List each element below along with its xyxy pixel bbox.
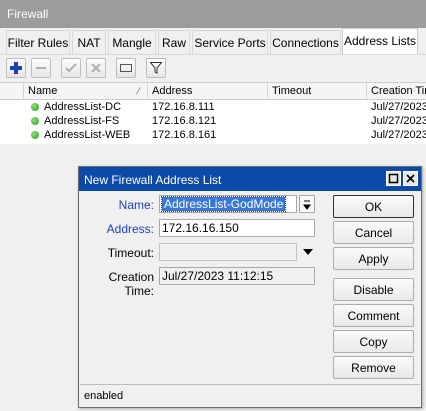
row-timeout [268,100,367,114]
address-list-table: Name Address Timeout Creation Time ⁄ Add… [0,82,426,144]
remove-button[interactable]: Remove [333,356,414,379]
header-spacer [0,83,24,100]
comment-button[interactable]: Comment [333,304,414,327]
table-row[interactable]: AddressList-WEB 172.16.8.161 Jul/27/2023 [0,128,426,142]
close-button[interactable] [403,171,418,186]
name-label: Name: [118,198,154,212]
disable-icon [91,63,101,73]
tab-bar: Filter Rules NAT Mangle Raw Service Port… [0,28,426,55]
enabled-status-icon [31,117,39,125]
ok-button[interactable]: OK [333,195,414,218]
row-timeout [268,114,367,128]
filter-button[interactable] [146,58,166,78]
name-field[interactable]: AddressList-GodMode [159,195,297,213]
column-timeout[interactable]: Timeout [268,83,367,100]
name-dropdown-button[interactable] [299,195,315,213]
enable-icon [65,63,77,73]
new-address-list-dialog: New Firewall Address List Name: AddressL… [78,166,422,408]
apply-button[interactable]: Apply [333,247,414,270]
dropdown-arrow-icon [303,200,311,210]
tab-mangle[interactable]: Mangle [108,30,156,54]
tab-raw[interactable]: Raw [158,30,190,54]
dialog-title: New Firewall Address List [79,167,421,191]
creation-time-field: Jul/27/2023 11:12:15 [159,267,315,285]
remove-icon [36,67,46,69]
row-creation-time: Jul/27/2023 [371,101,426,113]
enabled-status-icon [31,103,39,111]
row-address: 172.16.8.161 [152,129,217,141]
tab-nat[interactable]: NAT [72,30,106,54]
disable-button[interactable] [86,58,106,78]
table-row[interactable]: AddressList-FS 172.16.8.121 Jul/27/2023 [0,114,426,128]
name-field-value: AddressList-GodMode [160,196,287,212]
tab-service-ports[interactable]: Service Ports [192,30,268,54]
copy-button[interactable]: Copy [333,330,414,353]
status-bar: enabled [80,384,420,406]
row-timeout [268,128,367,142]
table-row[interactable]: AddressList-DC 172.16.8.111 Jul/27/2023 [0,100,426,114]
row-name: AddressList-FS [44,115,120,127]
cancel-button[interactable]: Cancel [333,221,414,244]
comment-icon [120,64,132,72]
timeout-label: Timeout: [107,246,154,260]
column-name[interactable]: Name [24,83,148,100]
sort-indicator-icon: ⁄ [138,86,140,96]
tab-connections[interactable]: Connections [270,30,341,54]
enable-button[interactable] [61,58,81,78]
column-creation-time[interactable]: Creation Time [367,83,426,100]
row-name: AddressList-WEB [44,129,131,141]
creation-time-label: Creation Time: [108,270,154,298]
toolbar [0,54,426,82]
close-icon [406,174,415,183]
enabled-status-icon [31,131,39,139]
remove-button[interactable] [31,58,51,78]
row-creation-time: Jul/27/2023 [371,115,426,127]
row-address: 172.16.8.111 [152,101,215,113]
restore-icon [388,173,399,184]
disable-button[interactable]: Disable [333,278,414,301]
tab-address-lists[interactable]: Address Lists [342,28,418,55]
address-label: Address: [106,222,154,236]
row-address: 172.16.8.121 [152,115,217,127]
row-creation-time: Jul/27/2023 [371,129,426,141]
comment-button[interactable] [116,58,136,78]
window-title: Firewall [0,0,426,28]
timeout-field[interactable] [159,243,297,261]
table-header: Name Address Timeout Creation Time [0,83,426,100]
filter-icon [149,62,163,74]
restore-button[interactable] [386,171,401,186]
address-field[interactable]: 172.16.16.150 [159,219,315,237]
add-icon [10,62,22,74]
timeout-dropdown-icon[interactable] [302,247,314,257]
column-address[interactable]: Address [148,83,268,100]
tab-filter-rules[interactable]: Filter Rules [6,30,70,54]
add-button[interactable] [6,58,26,78]
row-name: AddressList-DC [44,101,122,113]
